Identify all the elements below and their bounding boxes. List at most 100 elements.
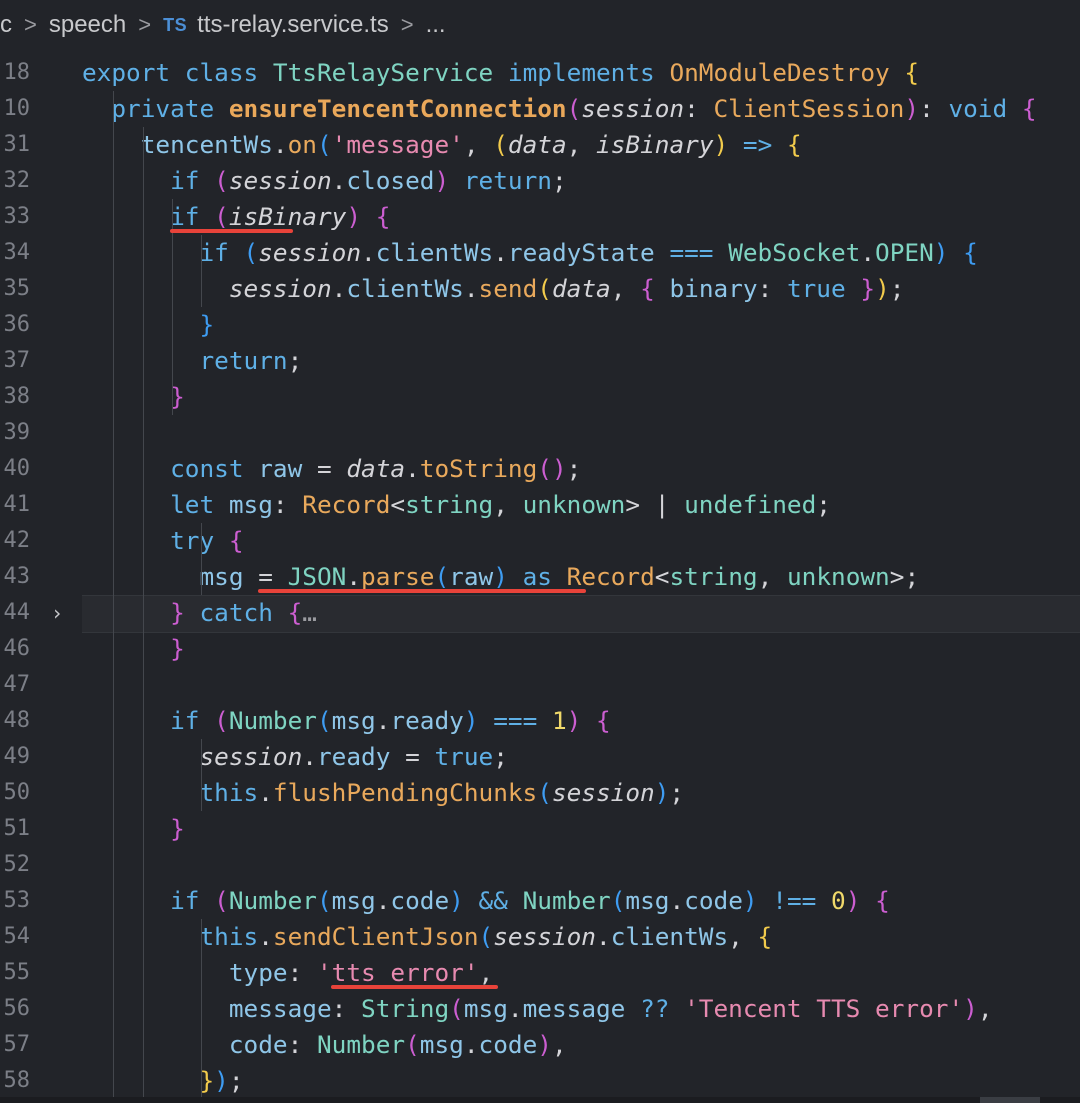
code-text: session.clientWs.send(data, { binary: tr… <box>228 274 905 303</box>
code-text: code: Number(msg.code), <box>228 1030 567 1059</box>
annotation-underline <box>257 589 587 593</box>
code-line[interactable]: 18 export class TtsRelayService implement… <box>0 55 1080 91</box>
code-line[interactable]: 58 }); <box>0 1063 1080 1099</box>
annotation-underline <box>331 985 499 989</box>
indent-guide <box>201 919 203 1099</box>
code-line[interactable]: 52 <box>0 847 1080 883</box>
chevron-right-icon[interactable]: › <box>51 595 63 631</box>
indent-guide <box>201 235 203 307</box>
line-number: 38 <box>3 384 31 409</box>
code-text: if (session.closed) return; <box>170 166 567 195</box>
code-text: let msg: Record<string, unknown> | undef… <box>170 490 831 519</box>
code-line[interactable]: 47 <box>0 667 1080 703</box>
code-text: export class TtsRelayService implements … <box>82 58 920 87</box>
code-text: this.sendClientJson(session.clientWs, { <box>199 922 773 951</box>
line-number: 44 <box>3 600 31 625</box>
code-line[interactable]: 53 if (Number(msg.code) && Number(msg.co… <box>0 883 1080 919</box>
code-line[interactable]: 55 type: 'tts_error', <box>0 955 1080 991</box>
code-line[interactable]: 46 } <box>0 631 1080 667</box>
line-number: 10 <box>3 96 31 121</box>
code-line[interactable]: 10 private ensureTencentConnection(sessi… <box>0 91 1080 127</box>
scrollbar-thumb[interactable] <box>980 1097 1040 1103</box>
code-text: } <box>170 382 185 411</box>
code-line[interactable]: 54 this.sendClientJson(session.clientWs,… <box>0 919 1080 955</box>
code-text: } <box>170 814 185 843</box>
line-number: 36 <box>3 312 31 337</box>
line-number: 40 <box>3 456 31 481</box>
code-line[interactable]: 39 <box>0 415 1080 451</box>
line-number: 42 <box>3 528 31 553</box>
horizontal-scrollbar[interactable] <box>0 1097 1080 1103</box>
breadcrumb-separator: > <box>24 12 37 37</box>
code-line[interactable]: 48 if (Number(msg.ready) === 1) { <box>0 703 1080 739</box>
breadcrumb: rc > speech > TS tts-relay.service.ts > … <box>0 0 1080 50</box>
indent-guide <box>201 523 203 595</box>
code-line[interactable]: 56 message: String(msg.message ?? 'Tence… <box>0 991 1080 1027</box>
indent-guide <box>113 91 115 1099</box>
breadcrumb-item-symbol[interactable]: ... <box>426 11 446 39</box>
line-number: 46 <box>3 636 31 661</box>
line-number: 41 <box>3 492 31 517</box>
line-number: 55 <box>3 960 31 985</box>
code-text: tencentWs.on('message', (data, isBinary)… <box>140 130 802 159</box>
code-text: } catch {… <box>170 598 317 627</box>
code-line[interactable]: 42 try { <box>0 523 1080 559</box>
code-line[interactable]: 36 } <box>0 307 1080 343</box>
line-number: 53 <box>3 888 31 913</box>
breadcrumb-item-file[interactable]: TS tts-relay.service.ts <box>163 11 389 39</box>
code-text: return; <box>199 346 303 375</box>
code-line[interactable]: 57 code: Number(msg.code), <box>0 1027 1080 1063</box>
code-line[interactable]: 37 return; <box>0 343 1080 379</box>
code-text: if (session.clientWs.readyState === WebS… <box>199 238 978 267</box>
code-line[interactable]: 51 } <box>0 811 1080 847</box>
code-line[interactable]: 34 if (session.clientWs.readyState === W… <box>0 235 1080 271</box>
indent-guide <box>201 739 203 811</box>
line-number: 32 <box>3 168 31 193</box>
line-number: 39 <box>3 420 31 445</box>
line-number: 18 <box>3 60 31 85</box>
breadcrumb-file-label: tts-relay.service.ts <box>197 11 389 38</box>
line-number: 33 <box>3 204 31 229</box>
code-text: private ensureTencentConnection(session:… <box>111 94 1037 123</box>
line-number: 49 <box>3 744 31 769</box>
indent-guide <box>142 127 144 1099</box>
line-number: 48 <box>3 708 31 733</box>
line-number: 58 <box>3 1068 31 1093</box>
code-line[interactable]: 41 let msg: Record<string, unknown> | un… <box>0 487 1080 523</box>
code-text: if (Number(msg.code) && Number(msg.code)… <box>170 886 890 915</box>
code-text: session.ready = true; <box>199 742 508 771</box>
line-number: 57 <box>3 1032 31 1057</box>
line-number: 50 <box>3 780 31 805</box>
line-number: 37 <box>3 348 31 373</box>
code-text: this.flushPendingChunks(session); <box>199 778 685 807</box>
code-line[interactable]: › 44 } catch {… <box>0 595 1080 633</box>
line-number: 52 <box>3 852 31 877</box>
line-number: 31 <box>3 132 31 157</box>
breadcrumb-separator: > <box>138 12 152 37</box>
code-text: } <box>199 310 215 339</box>
code-text: if (Number(msg.ready) === 1) { <box>170 706 611 735</box>
typescript-file-icon: TS <box>163 14 188 35</box>
code-line[interactable]: 32 if (session.closed) return; <box>0 163 1080 199</box>
code-text: message: String(msg.message ?? 'Tencent … <box>228 994 993 1023</box>
code-line[interactable]: 50 this.flushPendingChunks(session); <box>0 775 1080 811</box>
line-number: 34 <box>3 240 31 265</box>
code-text: }); <box>199 1066 244 1095</box>
breadcrumb-item-speech[interactable]: speech <box>49 11 126 39</box>
line-number: 51 <box>3 816 31 841</box>
line-number: 54 <box>3 924 31 949</box>
code-line[interactable]: 49 session.ready = true; <box>0 739 1080 775</box>
code-line[interactable]: 40 const raw = data.toString(); <box>0 451 1080 487</box>
code-line[interactable]: 38 } <box>0 379 1080 415</box>
line-number: 56 <box>3 996 31 1021</box>
code-line[interactable]: 33 if (isBinary) { <box>0 199 1080 235</box>
annotation-underline <box>169 229 294 233</box>
code-line[interactable]: 35 session.clientWs.send(data, { binary:… <box>0 271 1080 307</box>
code-editor[interactable]: 18 export class TtsRelayService implement… <box>0 55 1080 1103</box>
breadcrumb-separator: > <box>400 12 414 37</box>
line-number: 35 <box>3 276 31 301</box>
code-line[interactable]: 31 tencentWs.on('message', (data, isBina… <box>0 127 1080 163</box>
breadcrumb-item-src[interactable]: rc <box>0 11 12 39</box>
code-text: const raw = data.toString(); <box>170 454 582 483</box>
code-text: } <box>170 634 185 663</box>
